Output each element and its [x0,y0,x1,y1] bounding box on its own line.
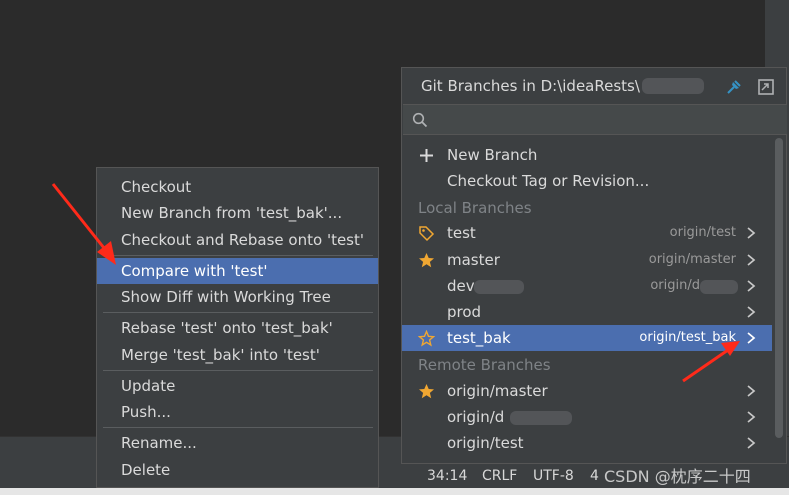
pin-icon[interactable] [725,78,743,96]
chevron-right-icon [747,227,756,239]
checkout-tag-action[interactable]: Checkout Tag or Revision... [402,168,772,194]
star-outline-icon [418,330,435,347]
local-branches-header: Local Branches [418,199,532,217]
menu-item-show-diff[interactable]: Show Diff with Working Tree [97,284,378,310]
redacted-text [510,411,572,425]
branch-context-menu: Checkout New Branch from 'test_bak'... C… [96,167,379,488]
branch-row-dev[interactable]: dev origin/d [402,273,772,299]
menu-separator [103,255,373,256]
menu-item-checkout[interactable]: Checkout [97,174,378,200]
tag-icon [419,226,435,242]
remote-row-origin-d[interactable]: origin/d [402,404,772,430]
menu-separator [103,370,373,371]
chevron-right-icon [747,411,756,423]
menu-item-checkout-rebase[interactable]: Checkout and Rebase onto 'test' [97,227,378,253]
chevron-right-icon [747,280,756,292]
caret-position[interactable]: 34:14 [427,468,467,484]
new-branch-action[interactable]: New Branch [402,142,772,168]
star-icon [419,384,434,399]
menu-item-delete[interactable]: Delete [97,457,378,483]
redacted-text [700,280,738,294]
watermark: CSDN @枕序二十四 [604,467,751,486]
menu-item-merge[interactable]: Merge 'test_bak' into 'test' [97,342,378,368]
chevron-right-icon [747,254,756,266]
branch-search-input[interactable] [403,104,787,135]
branch-row-test[interactable]: test origin/test [402,220,772,246]
chevron-right-icon [747,385,756,397]
branch-row-master[interactable]: master origin/master [402,247,772,273]
menu-item-rename[interactable]: Rename... [97,430,378,456]
indent-setting[interactable]: 4 [590,468,599,484]
chevron-right-icon [747,306,756,318]
remote-branches-header: Remote Branches [418,356,551,374]
popup-title: Git Branches in D:\ideaRests\ [421,77,640,95]
bottom-edge [0,488,789,495]
remote-row-origin-master[interactable]: origin/master [402,378,772,404]
chevron-right-icon [747,437,756,449]
menu-separator [103,312,373,313]
star-icon [419,253,434,268]
popup-scrollbar[interactable] [775,138,783,438]
menu-item-new-branch-from[interactable]: New Branch from 'test_bak'... [97,200,378,226]
menu-item-compare-with[interactable]: Compare with 'test' [97,258,378,284]
plus-icon [420,149,433,162]
menu-item-rebase[interactable]: Rebase 'test' onto 'test_bak' [97,315,378,341]
git-branches-popup: Git Branches in D:\ideaRests\ New Branch… [401,67,787,464]
line-separator[interactable]: CRLF [482,468,517,484]
redacted-path [642,78,704,94]
redacted-text [474,280,524,294]
chevron-right-icon [747,332,756,344]
expand-icon[interactable] [757,78,775,96]
popup-header: Git Branches in D:\ideaRests\ [402,68,786,104]
menu-separator [103,427,373,428]
branch-row-prod[interactable]: prod [402,299,772,325]
search-icon [412,112,428,128]
branch-row-test-bak[interactable]: test_bak origin/test_bak [402,325,772,351]
menu-item-update[interactable]: Update [97,373,378,399]
menu-item-push[interactable]: Push... [97,399,378,425]
remote-row-origin-test[interactable]: origin/test [402,430,772,456]
file-encoding[interactable]: UTF-8 [533,468,574,484]
